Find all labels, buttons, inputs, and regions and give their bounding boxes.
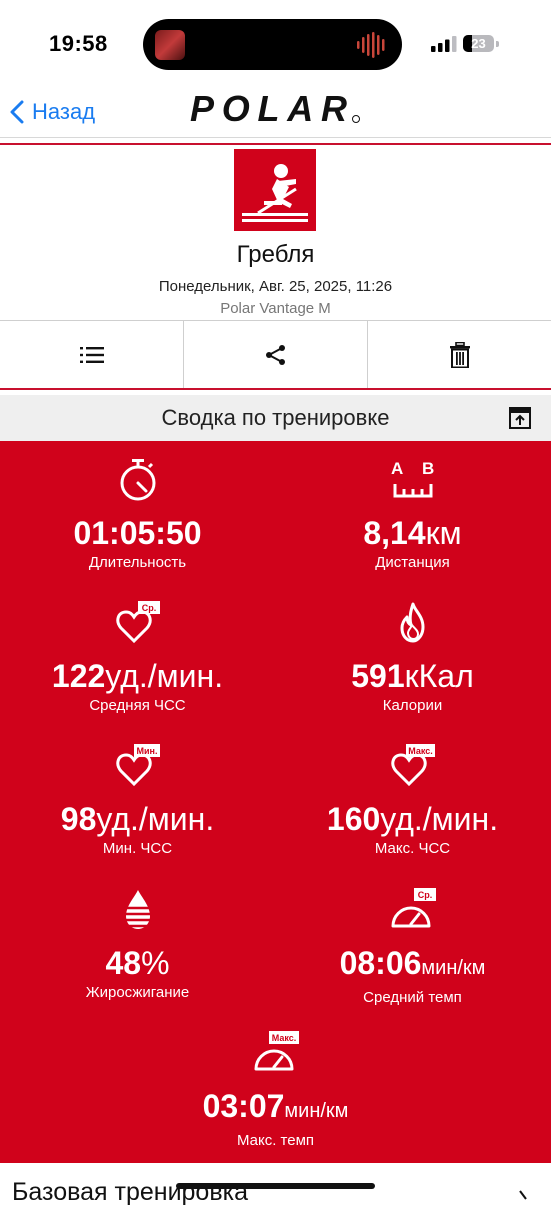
speedometer-max-icon: Макс.: [254, 1031, 299, 1071]
svg-text:B: B: [422, 459, 434, 478]
metric-duration: 01:05:50 Длительность: [0, 458, 275, 572]
summary-title: Сводка по тренировке: [161, 405, 390, 430]
metric-value: 08:06мин/км: [339, 945, 486, 981]
metric-value: 160уд./мин.: [326, 801, 499, 837]
action-bar: [0, 320, 551, 390]
svg-text:Ср.: Ср.: [141, 603, 156, 613]
device-name: Polar Vantage M: [220, 300, 331, 317]
cellular-signal-icon: [431, 36, 457, 52]
metrics-panel: 01:05:50 Длительность A B 8,14км Дистанц…: [0, 441, 551, 1163]
audio-wave-icon: [357, 32, 385, 58]
back-button[interactable]: Назад: [10, 94, 95, 130]
export-icon[interactable]: [509, 407, 531, 429]
rowing-sport-icon: [234, 149, 316, 231]
trash-icon: [449, 341, 470, 368]
metric-max-pace: Макс. 03:07мин/км Макс. темп: [138, 1031, 413, 1150]
metric-label: Макс. ЧСС: [374, 840, 451, 857]
dynamic-island[interactable]: [143, 19, 402, 70]
heart-avg-icon: Ср.: [115, 601, 160, 644]
svg-text:Ср.: Ср.: [417, 890, 432, 900]
share-button[interactable]: [183, 321, 367, 388]
back-label: Назад: [32, 99, 96, 124]
heart-min-icon: Мин.: [115, 744, 160, 787]
metric-distance: A B 8,14км Дистанция: [275, 458, 550, 572]
nav-bar: Назад POLAR: [0, 90, 551, 136]
polar-logo: POLAR: [190, 92, 360, 128]
sport-name: Гребля: [236, 241, 315, 268]
summary-header: Сводка по тренировке: [0, 395, 551, 441]
metric-value: 8,14км: [363, 515, 462, 551]
speedometer-avg-icon: Ср.: [391, 888, 436, 928]
battery-level: 23: [471, 36, 486, 51]
album-art-icon: [155, 30, 185, 60]
metric-label: Мин. ЧСС: [102, 840, 173, 857]
stopwatch-icon: [120, 459, 155, 501]
share-icon: [265, 344, 285, 365]
svg-text:Макс.: Макс.: [271, 1033, 296, 1043]
session-datetime: Понедельник, Авг. 25, 2025, 11:26: [158, 278, 393, 295]
home-indicator: [176, 1183, 375, 1189]
metric-label: Калории: [382, 697, 443, 714]
list-icon: [79, 346, 104, 363]
metric-avg-hr: Ср. 122уд./мин. Средняя ЧСС: [0, 601, 275, 715]
metric-label: Жиросжигание: [85, 984, 190, 1001]
metric-max-hr: Макс. 160уд./мин. Макс. ЧСС: [275, 744, 550, 858]
distance-ab-icon: A B: [391, 459, 434, 498]
status-time: 19:58: [49, 31, 108, 56]
fat-burn-icon: [123, 890, 152, 929]
metric-label: Средняя ЧСС: [89, 697, 186, 714]
metric-value: 03:07мин/км: [202, 1088, 349, 1124]
heart-max-icon: Макс.: [390, 744, 435, 787]
metric-value: 01:05:50: [73, 515, 202, 551]
metric-label: Средний темп: [363, 989, 462, 1006]
chevron-right-icon[interactable]: [516, 1190, 530, 1200]
battery-icon: 23: [463, 35, 499, 53]
metric-min-hr: Мин. 98уд./мин. Мин. ЧСС: [0, 744, 275, 858]
svg-text:Мин.: Мин.: [136, 746, 157, 756]
metric-value: 48%: [105, 945, 170, 981]
metric-fat-burn: 48% Жиросжигание: [0, 888, 275, 1002]
metric-label: Длительность: [88, 554, 187, 571]
svg-text:A: A: [391, 459, 403, 478]
svg-text:Макс.: Макс.: [408, 746, 433, 756]
delete-button[interactable]: [367, 321, 551, 388]
metric-value: 122уд./мин.: [51, 658, 224, 694]
metric-label: Макс. темп: [236, 1132, 315, 1149]
metric-value: 591кКал: [351, 658, 474, 694]
metric-avg-pace: Ср. 08:06мин/км Средний темп: [275, 888, 550, 1007]
divider: [0, 137, 551, 138]
metric-value: 98уд./мин.: [60, 801, 215, 837]
flame-icon: [400, 602, 424, 643]
metric-calories: 591кКал Калории: [275, 601, 550, 715]
details-list-button[interactable]: [0, 321, 183, 388]
status-bar: 19:58 23: [0, 0, 551, 90]
chevron-left-icon: [10, 100, 24, 124]
metric-label: Дистанция: [375, 554, 450, 571]
accent-divider: [0, 143, 551, 145]
logo-text: POLAR: [190, 92, 350, 128]
